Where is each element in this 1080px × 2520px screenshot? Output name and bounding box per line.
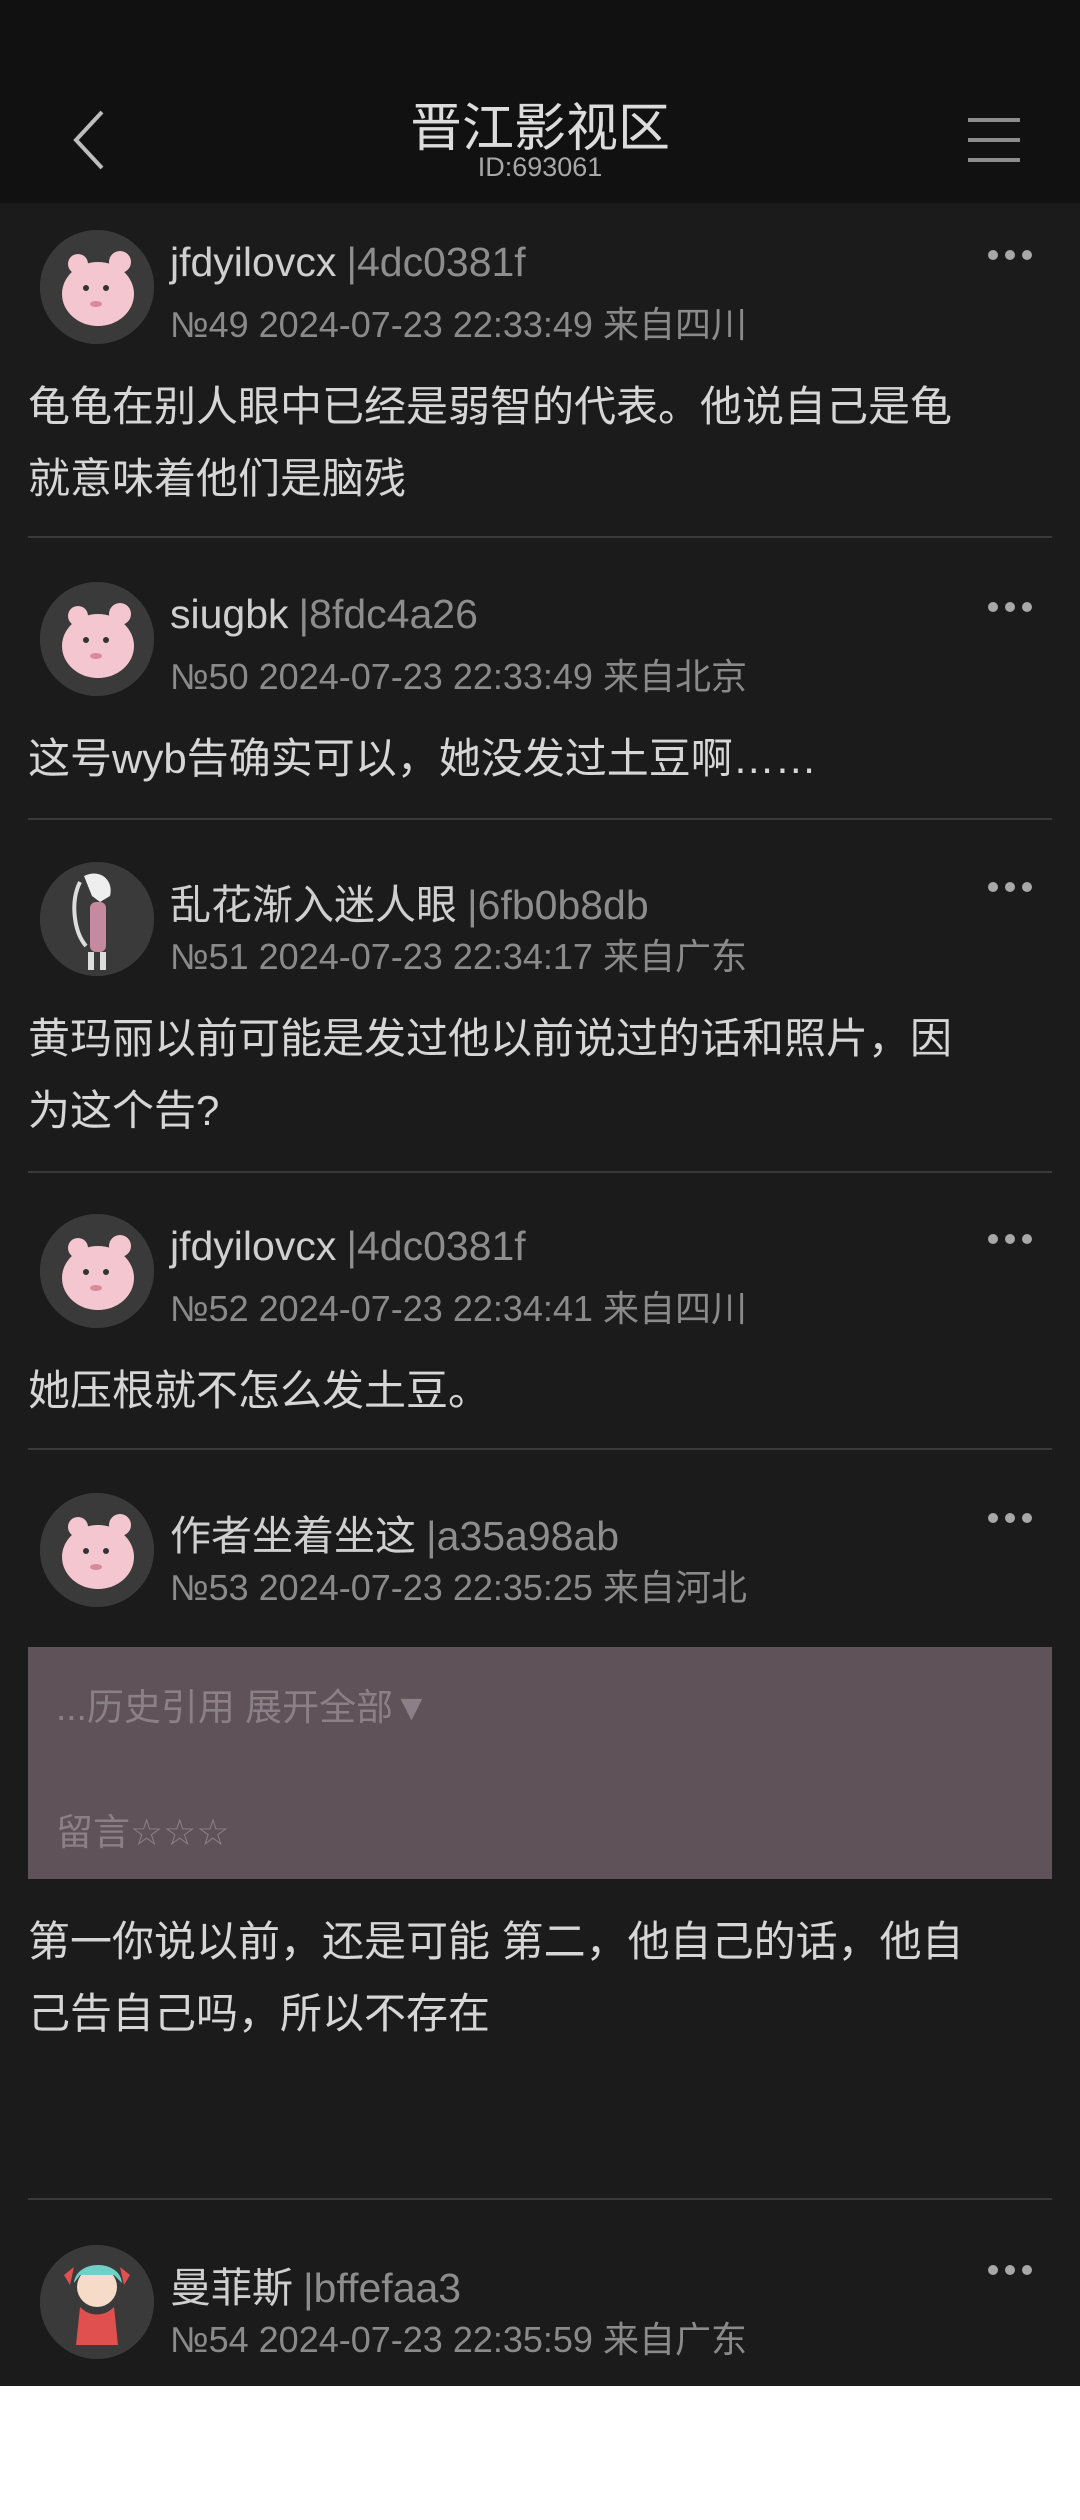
forum-id: ID:693061 (477, 152, 603, 182)
author-name[interactable]: 乱花渐入迷人眼 (170, 882, 457, 928)
avatar-pink-creature-icon (40, 230, 154, 344)
post-content: 第一你说以前，还是可能 第二，他自己的话，他自 己告自己吗，所以不存在 (28, 1906, 1058, 2050)
divider (28, 1171, 1052, 1173)
divider (28, 1448, 1052, 1450)
avatar-pink-creature-icon (40, 1214, 154, 1328)
history-quote-block[interactable]: ...历史引用 展开全部▼ 留言☆☆☆ (28, 1647, 1052, 1879)
quote-message: 留言☆☆☆ (56, 1812, 230, 1853)
post-49: jfdyilovcx |4dc0381f №49 2024-07-23 22:33… (0, 203, 1080, 538)
content-line: 这号wyb告确实可以，她没发过土豆啊…… (28, 735, 817, 782)
thread-screen: 晋江影视区 ID:693061 jfdyilovcx |4dc0381f №49 … (0, 0, 1080, 2386)
more-options-icon[interactable] (985, 1510, 1035, 1526)
user-hash: |6fb0b8db (467, 882, 649, 928)
more-options-icon[interactable] (985, 599, 1035, 615)
avatar[interactable] (40, 1214, 154, 1328)
divider (28, 818, 1052, 820)
post-meta: №52 2024-07-23 22:34:41 来自四川 (170, 1288, 747, 1329)
avatar[interactable] (40, 2245, 154, 2359)
content-line: 己告自己吗，所以不存在 (28, 1990, 491, 2037)
more-options-icon[interactable] (985, 247, 1035, 263)
more-options-icon[interactable] (985, 1231, 1035, 1247)
author-name[interactable]: 作者坐着坐这 (170, 1513, 416, 1559)
avatar-mermaid-character-icon (40, 2245, 154, 2359)
avatar-pink-creature-icon (40, 582, 154, 696)
avatar-white-hair-character-icon (40, 862, 154, 976)
post-51: 乱花渐入迷人眼 |6fb0b8db №51 2024-07-23 22:34:17… (0, 835, 1080, 1173)
menu-icon[interactable] (964, 110, 1024, 170)
page-title: 晋江影视区 (409, 100, 670, 158)
user-hash: |a35a98ab (426, 1513, 620, 1559)
post-52: jfdyilovcx |4dc0381f №52 2024-07-23 22:34… (0, 1187, 1080, 1450)
post-meta: №53 2024-07-23 22:35:25 来自河北 (170, 1567, 747, 1608)
more-options-icon[interactable] (985, 879, 1035, 895)
user-hash: |4dc0381f (346, 239, 526, 285)
post-meta: №49 2024-07-23 22:33:49 来自四川 (170, 304, 747, 345)
author-name[interactable]: jfdyilovcx (170, 239, 336, 285)
avatar[interactable] (40, 1493, 154, 1607)
post-content: 她压根就不怎么发土豆。 (28, 1355, 1058, 1427)
author-name[interactable]: siugbk (170, 591, 289, 637)
content-line: 她压根就不怎么发土豆。 (28, 1367, 491, 1414)
top-bar: 晋江影视区 ID:693061 (0, 80, 1080, 203)
user-hash: |8fdc4a26 (298, 591, 478, 637)
post-54: 曼菲斯 |bffefaa3 №54 2024-07-23 22:35:59 来自广… (0, 2218, 1080, 2386)
expand-quote-link[interactable]: ...历史引用 展开全部▼ (56, 1677, 430, 1731)
post-content: 这号wyb告确实可以，她没发过土豆啊…… (28, 723, 1058, 795)
user-hash: |4dc0381f (346, 1223, 526, 1269)
author-name[interactable]: jfdyilovcx (170, 1223, 336, 1269)
post-meta: №50 2024-07-23 22:33:49 来自北京 (170, 656, 747, 697)
avatar[interactable] (40, 582, 154, 696)
post-meta: №51 2024-07-23 22:34:17 来自广东 (170, 936, 747, 977)
content-line: 龟龟在别人眼中已经是弱智的代表。他说自己是龟 (28, 383, 953, 430)
content-line: 就意味着他们是脑残 (28, 455, 407, 502)
post-50: siugbk |8fdc4a26 №50 2024-07-23 22:33:49 … (0, 555, 1080, 820)
post-meta: №54 2024-07-23 22:35:59 来自广东 (170, 2319, 747, 2360)
post-content: 龟龟在别人眼中已经是弱智的代表。他说自己是龟 就意味着他们是脑残 (28, 371, 1058, 515)
more-options-icon[interactable] (985, 2262, 1035, 2278)
content-line: 第一你说以前，还是可能 第二，他自己的话，他自 (28, 1918, 964, 1965)
divider (28, 536, 1052, 538)
divider (28, 2198, 1052, 2200)
content-line: 黄玛丽以前可能是发过他以前说过的话和照片，因 (28, 1015, 953, 1062)
avatar[interactable] (40, 230, 154, 344)
avatar[interactable] (40, 862, 154, 976)
post-53: 作者坐着坐这 |a35a98ab №53 2024-07-23 22:35:25 … (0, 1466, 1080, 2200)
status-bar (0, 0, 1080, 80)
post-content: 黄玛丽以前可能是发过他以前说过的话和照片，因 为这个告? (28, 1003, 1058, 1147)
content-line: 为这个告? (28, 1087, 220, 1134)
avatar-pink-creature-icon (40, 1493, 154, 1607)
author-name[interactable]: 曼菲斯 (170, 2265, 293, 2311)
user-hash: |bffefaa3 (303, 2265, 462, 2311)
